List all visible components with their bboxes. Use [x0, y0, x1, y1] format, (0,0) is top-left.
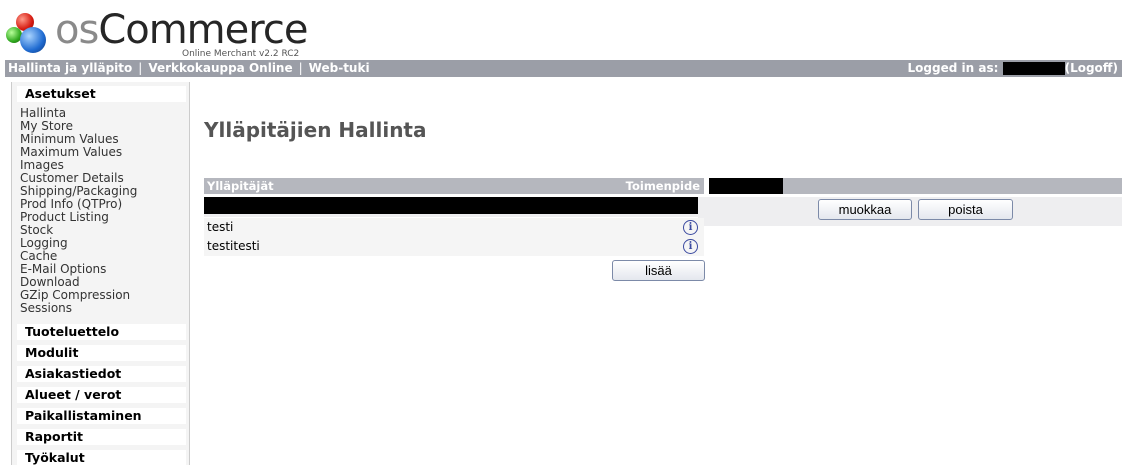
sidebar-header-tools[interactable]: Työkalut: [17, 450, 186, 466]
edit-button[interactable]: muokkaa: [818, 199, 912, 220]
logged-in-label: Logged in as:: [907, 61, 999, 75]
logo-subtitle: Online Merchant v2.2 RC2: [182, 49, 300, 59]
admins-table-header: Ylläpitäjät Toimenpide: [204, 178, 704, 194]
info-icon[interactable]: i: [683, 239, 698, 254]
info-icon[interactable]: i: [683, 220, 698, 235]
admin-name: testi: [207, 220, 234, 234]
row-separator: [204, 214, 704, 217]
sidebar-header-settings[interactable]: Asetukset: [17, 86, 186, 102]
sidebar-item-sessions[interactable]: Sessions: [20, 302, 137, 315]
table-row[interactable]: testi i: [204, 218, 704, 237]
settings-link-list: Hallinta My Store Minimum Values Maximum…: [20, 107, 137, 315]
delete-button[interactable]: poista: [918, 199, 1013, 220]
sidebar-header-locations-taxes[interactable]: Alueet / verot: [17, 387, 186, 403]
admin-name: testitesti: [207, 239, 260, 253]
page-title: Ylläpitäjien Hallinta: [204, 118, 427, 142]
nav-link-shop-online[interactable]: Verkkokauppa Online: [148, 61, 292, 75]
redacted-selected-row[interactable]: [204, 197, 698, 214]
redacted-username: [1002, 62, 1065, 75]
sidebar-header-localization[interactable]: Paikallistaminen: [17, 408, 186, 424]
logo-wordmark: osCommerce: [55, 7, 308, 53]
top-nav-bar: Hallinta ja ylläpito | Verkkokauppa Online…: [5, 60, 1122, 77]
sidebar-header-catalog[interactable]: Tuoteluettelo: [17, 324, 186, 340]
add-button[interactable]: lisää: [612, 260, 705, 281]
logoff-link[interactable]: (Logoff): [1065, 61, 1118, 75]
nav-link-admin[interactable]: Hallinta ja ylläpito: [8, 61, 132, 75]
logo-balls-icon: [6, 13, 52, 55]
sidebar-header-modules[interactable]: Modulit: [17, 345, 186, 361]
table-row[interactable]: testitesti i: [204, 237, 704, 256]
column-header-action: Toimenpide: [625, 179, 700, 193]
column-header-admins: Ylläpitäjät: [207, 179, 274, 193]
oscommerce-logo: osCommerce Online Merchant v2.2 RC2: [6, 5, 366, 59]
redacted-header-field: [709, 178, 783, 194]
left-sidebar: Asetukset Hallinta My Store Minimum Valu…: [11, 82, 190, 466]
info-panel-header: [783, 178, 1122, 194]
sidebar-header-reports[interactable]: Raportit: [17, 429, 186, 445]
sidebar-header-customers[interactable]: Asiakastiedot: [17, 366, 186, 382]
nav-link-web-support[interactable]: Web-tuki: [309, 61, 370, 75]
